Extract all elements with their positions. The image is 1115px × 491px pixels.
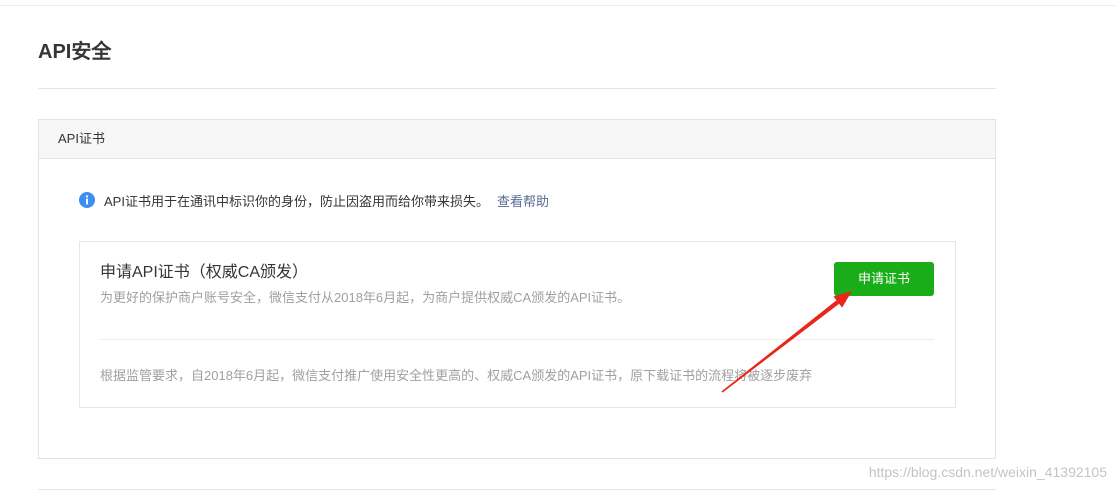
apply-certificate-button[interactable]: 申请证书	[834, 262, 934, 296]
info-text: API证书用于在通讯中标识你的身份，防止因盗用而给你带来损失。	[104, 193, 489, 209]
top-divider	[0, 5, 1115, 6]
regulation-notice: 根据监管要求，自2018年6月起，微信支付推广使用安全性更高的、权威CA颁发的A…	[100, 368, 813, 383]
page-title: API安全	[38, 41, 112, 63]
bottom-divider	[38, 489, 996, 490]
watermark: https://blog.csdn.net/weixin_41392105	[868, 464, 1107, 480]
panel-header: API证书	[39, 120, 995, 159]
title-divider	[38, 88, 996, 89]
help-link[interactable]: 查看帮助	[497, 191, 549, 210]
api-certificate-panel: API证书 API证书用于在通讯中标识你的身份，防止因盗用而给你带来损失。 查看…	[38, 119, 996, 459]
card-title: 申请API证书（权威CA颁发）	[100, 264, 309, 281]
apply-certificate-card: 申请API证书（权威CA颁发） 为更好的保护商户账号安全，微信支付从2018年6…	[79, 241, 956, 408]
info-circle-icon	[79, 192, 95, 208]
card-divider	[100, 339, 934, 340]
card-description: 为更好的保护商户账号安全，微信支付从2018年6月起，为商户提供权威CA颁发的A…	[100, 290, 631, 305]
info-message: API证书用于在通讯中标识你的身份，防止因盗用而给你带来损失。 查看帮助	[79, 190, 549, 210]
